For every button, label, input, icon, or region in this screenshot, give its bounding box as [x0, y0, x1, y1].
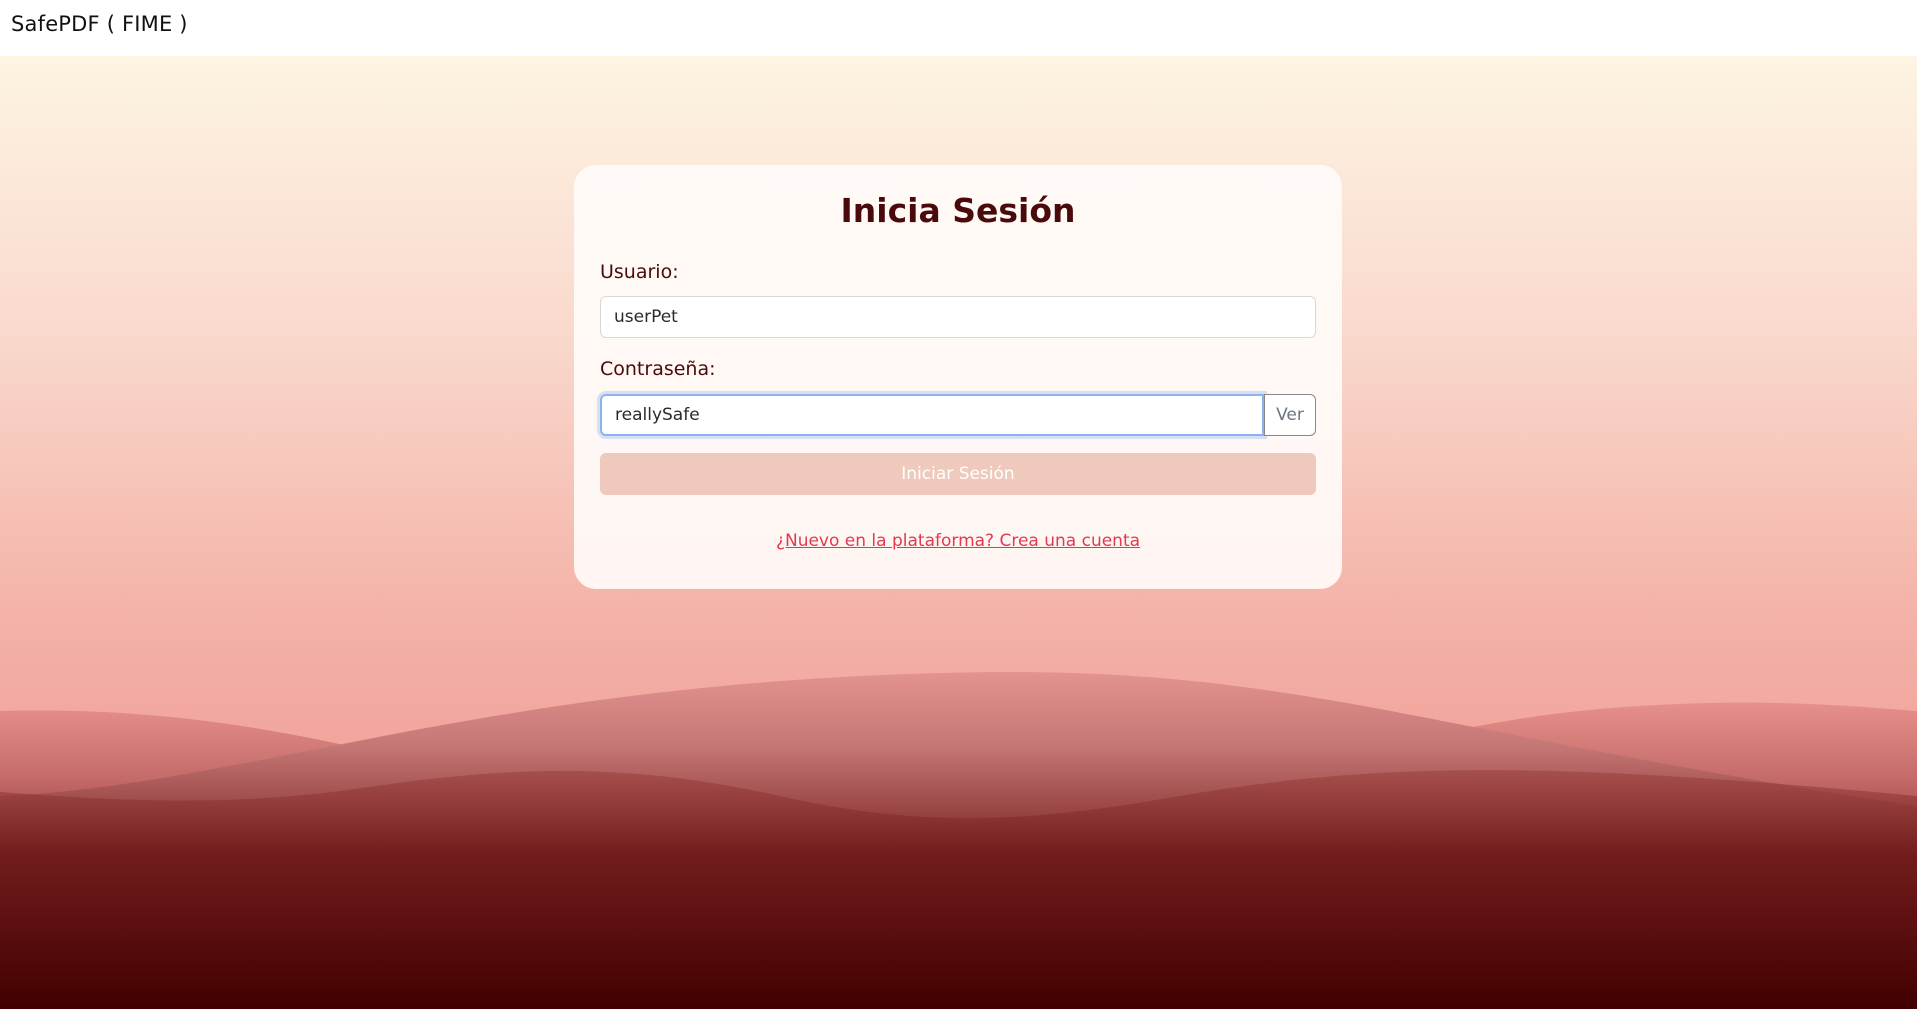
- password-label: Contraseña:: [600, 358, 716, 380]
- login-title: Inicia Sesión: [840, 191, 1076, 230]
- show-password-button[interactable]: Ver: [1264, 394, 1316, 436]
- username-input[interactable]: [600, 296, 1316, 338]
- username-label: Usuario:: [600, 261, 679, 283]
- login-background: Inicia Sesión Usuario: Contraseña: Ver I…: [0, 56, 1917, 1009]
- password-input[interactable]: [600, 394, 1264, 436]
- login-card: Inicia Sesión Usuario: Contraseña: Ver I…: [574, 165, 1342, 589]
- login-submit-button[interactable]: Iniciar Sesión: [600, 453, 1316, 495]
- signup-link[interactable]: ¿Nuevo en la plataforma? Crea una cuenta: [574, 531, 1342, 551]
- top-navbar: SafePDF ( FIME ): [0, 0, 1917, 56]
- brand-name[interactable]: SafePDF ( FIME ): [11, 12, 188, 36]
